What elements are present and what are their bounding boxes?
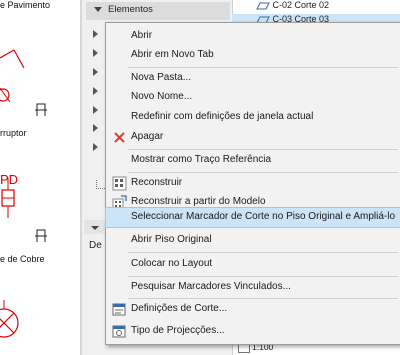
chevron-down-icon[interactable] [91,226,99,230]
menu-item-open-new-tab[interactable]: Abrir em Novo Tab [106,46,400,65]
menu-separator [128,172,398,173]
rebuild-icon [112,176,127,191]
menu-separator [128,149,398,150]
properties-label: De [89,240,102,251]
menu-item-place-on-layout[interactable]: Colocar no Layout [106,255,400,274]
tree-expand-icon[interactable] [93,30,98,38]
canvas-label-copper: e de Cobre [0,254,45,264]
tree-expand-icon[interactable] [93,143,98,151]
menu-item-open-original-floor[interactable]: Abrir Piso Original [106,231,400,250]
menu-separator [128,67,398,68]
canvas-label-pd: PD [0,172,19,187]
list-item[interactable]: C-02 Corte 02 [238,0,329,13]
projection-type-icon [112,325,126,338]
menu-item-delete[interactable]: Apagar [106,128,400,147]
view-name: C-02 Corte 02 [272,0,330,10]
section-settings-icon [112,303,126,316]
menu-item-rebuild[interactable]: Reconstruir [106,174,400,193]
menu-item-open[interactable]: Abrir [106,27,400,46]
tree-expand-icon[interactable] [93,68,98,76]
cad-symbols-icon [0,49,47,338]
tree-expand-icon[interactable] [93,49,98,57]
menu-separator [128,276,398,277]
menu-separator [128,298,398,299]
menu-separator [128,252,398,253]
canvas-label-floor: e Pavimento [0,0,51,10]
menu-item-projection-type[interactable]: Tipo de Projecções... [106,322,400,341]
menu-item-redefine[interactable]: Redefinir com definições de janela actua… [106,108,400,127]
tree-expand-icon[interactable] [93,106,98,114]
menu-item-show-trace[interactable]: Mostrar como Traço Referência [106,151,400,170]
menu-item-search-markers[interactable]: Pesquisar Marcadores Vinculados... [106,278,400,297]
menu-item-new-folder[interactable]: Nova Pasta... [106,69,400,88]
menu-item-section-settings[interactable]: Definições de Corte... [106,300,400,319]
menu-item-select-section-marker[interactable]: Seleccionar Marcador de Corte no Piso Or… [105,207,400,228]
drawing-canvas[interactable]: e Pavimento rruptor PD e de Cobre [0,0,80,355]
canvas-label-switch: rruptor [0,128,27,138]
tree-expand-icon[interactable] [93,124,98,132]
tree-expand-icon[interactable] [93,87,98,95]
menu-item-rename[interactable]: Novo Nome... [106,88,400,107]
tree-connector [96,180,105,189]
chevron-down-icon[interactable] [94,7,102,12]
delete-x-icon [114,132,125,143]
navigator-section-label: Elementos [108,4,153,15]
section-view-icon [256,2,270,10]
